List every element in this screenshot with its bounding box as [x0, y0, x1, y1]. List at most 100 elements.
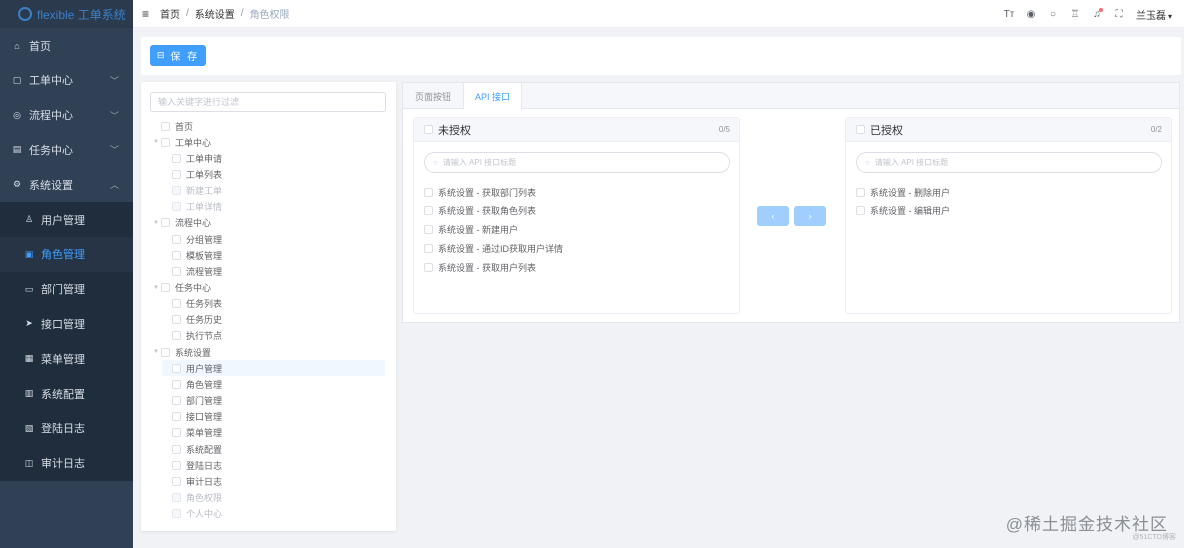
tree-node-checkbox[interactable] [161, 121, 170, 131]
sidebar-item[interactable]: ▧ 登陆日志 [0, 410, 133, 446]
transfer-item-checkbox[interactable] [424, 187, 433, 197]
app-brand[interactable]: flexible 工单系统 [0, 0, 133, 28]
tree-node-checkbox[interactable] [172, 169, 181, 179]
caret-down-icon[interactable]: ▼ [151, 349, 161, 355]
save-button[interactable]: ⊟ 保 存 [150, 45, 206, 66]
tree-node-checkbox[interactable] [172, 476, 181, 486]
transfer-item-checkbox[interactable] [424, 206, 433, 216]
tree-node[interactable]: ▼ 流程中心 [151, 215, 385, 231]
tree-node[interactable]: 部门管理 [162, 393, 385, 409]
tree-node-checkbox[interactable] [172, 299, 181, 309]
sidebar-item[interactable]: ▢ 工单中心 ﹀ [0, 63, 133, 98]
transfer-left-panel: 未授权 0/5 ○ 系统设置 - 获取部门列表系统设置 - 获取角色列表系统设置… [413, 117, 740, 314]
tree-node-checkbox[interactable] [172, 153, 181, 163]
transfer-right-search-input[interactable] [874, 158, 1135, 167]
transfer-item[interactable]: 系统设置 - 获取用户列表 [424, 260, 536, 274]
tree-node-checkbox[interactable] [161, 347, 170, 357]
tree-node[interactable]: 菜单管理 [162, 425, 385, 441]
sidebar-item[interactable]: ▭ 部门管理 [0, 271, 133, 307]
transfer-item[interactable]: 系统设置 - 获取角色列表 [424, 204, 536, 218]
tree-node-label: 流程中心 [175, 218, 212, 229]
flow-icon: ◎ [13, 109, 21, 120]
transfer-item[interactable]: 系统设置 - 编辑用户 [856, 204, 950, 218]
font-size-icon[interactable]: Tт [998, 9, 1020, 20]
tree-node[interactable]: 用户管理 [162, 360, 385, 377]
tree-node[interactable]: 审计日志 [162, 473, 385, 489]
tree-node-checkbox[interactable] [172, 444, 181, 454]
transfer-item[interactable]: 系统设置 - 新建用户 [424, 223, 518, 237]
tree-node-checkbox[interactable] [172, 266, 181, 276]
tree-node[interactable]: 流程管理 [162, 263, 385, 279]
select-all-left-checkbox[interactable] [424, 125, 433, 134]
tab-api-interfaces[interactable]: API 接口 [464, 83, 522, 110]
caret-down-icon[interactable]: ▼ [151, 139, 161, 145]
move-to-left-button[interactable]: ‹ [757, 206, 789, 226]
sidebar-item[interactable]: ◎ 流程中心 ﹀ [0, 98, 133, 133]
search-icon[interactable]: ○ [1042, 9, 1064, 20]
sidebar-item[interactable]: ♙ 用户管理 [0, 202, 133, 237]
tree-node-checkbox[interactable] [172, 250, 181, 260]
tree-node-checkbox[interactable] [172, 234, 181, 244]
transfer-left-search-input[interactable] [442, 158, 703, 167]
tree-node-checkbox[interactable] [172, 428, 181, 438]
tree-node-checkbox[interactable] [172, 379, 181, 389]
tree-node-checkbox[interactable] [161, 137, 170, 147]
sidebar-item[interactable]: ▤ 任务中心 ﹀ [0, 132, 133, 167]
sidebar-item[interactable]: ◫ 审计日志 [0, 445, 133, 481]
caret-down-icon[interactable]: ▼ [151, 285, 161, 291]
breadcrumb-item-home[interactable]: 首页 [160, 6, 180, 21]
tree-node[interactable]: ▼ 工单中心 [151, 134, 385, 150]
tree-node[interactable]: 模板管理 [162, 247, 385, 263]
transfer-item-checkbox[interactable] [424, 243, 433, 253]
sidebar-item[interactable]: ⌂ 首页 [0, 28, 133, 63]
tree-node[interactable]: 接口管理 [162, 409, 385, 425]
tree-node[interactable]: 工单列表 [162, 166, 385, 182]
user-menu[interactable]: 兰玉磊 ▾ [1136, 7, 1172, 22]
sidebar-item[interactable]: ▦ 菜单管理 [0, 341, 133, 377]
github-icon[interactable]: ◉ [1020, 9, 1042, 20]
hamburger-icon[interactable]: ≡ [142, 7, 156, 21]
tree-node[interactable]: ▼ 任务中心 [151, 280, 385, 296]
select-all-right-checkbox[interactable] [856, 125, 865, 134]
transfer-right-search[interactable]: ○ [856, 152, 1162, 173]
tree-filter-input[interactable] [150, 92, 386, 112]
tree-node-checkbox[interactable] [161, 283, 170, 292]
tab-page-buttons[interactable]: 页面按钮 [403, 83, 464, 109]
transfer-item-checkbox[interactable] [856, 206, 865, 216]
transfer-item-checkbox[interactable] [856, 187, 865, 197]
transfer-left-search[interactable]: ○ [424, 152, 730, 173]
tree-node[interactable]: ▼ 系统设置 [151, 344, 385, 360]
move-to-right-button[interactable]: › [794, 206, 826, 226]
sidebar-item[interactable]: ➤ 接口管理 [0, 306, 133, 342]
tree-node[interactable]: 登陆日志 [162, 457, 385, 473]
bell-icon[interactable]: ♫ [1086, 7, 1108, 20]
tree-node-checkbox[interactable] [172, 396, 181, 406]
breadcrumb-item-settings[interactable]: 系统设置 [195, 6, 235, 21]
tree-node[interactable]: 首页 [151, 118, 385, 134]
tree-node-checkbox[interactable] [172, 412, 181, 422]
tree-node[interactable]: 系统配置 [162, 441, 385, 457]
sidebar-item[interactable]: ▣ 角色管理 [0, 236, 133, 272]
sidebar-item[interactable]: ⚙ 系统设置 ︿ [0, 167, 133, 202]
tree-node[interactable]: 角色管理 [162, 376, 385, 392]
transfer-item[interactable]: 系统设置 - 获取部门列表 [424, 185, 536, 199]
fullscreen-icon[interactable]: ⛶ [1108, 9, 1130, 20]
tree-node[interactable]: 工单申请 [162, 150, 385, 166]
transfer-item-checkbox[interactable] [424, 262, 433, 272]
tree-node[interactable]: 任务历史 [162, 312, 385, 328]
tree-node-checkbox[interactable] [172, 315, 181, 325]
tree-node-checkbox[interactable] [172, 460, 181, 470]
tree-node[interactable]: 任务列表 [162, 296, 385, 312]
tree-node-checkbox[interactable] [161, 218, 170, 228]
tree-node[interactable]: 分组管理 [162, 231, 385, 247]
sidebar-item[interactable]: ▥ 系统配置 [0, 376, 133, 411]
tree-node-checkbox[interactable] [172, 363, 181, 373]
transfer-item[interactable]: 系统设置 - 通过ID获取用户详情 [424, 241, 563, 255]
tree-node-checkbox[interactable] [172, 331, 181, 341]
transfer-item-checkbox[interactable] [424, 225, 433, 235]
navbar: ≡ 首页 / 系统设置 / 角色权限 Tт ◉ ○ ♖ ♫ ⛶ 兰玉磊 ▾ [133, 0, 1184, 28]
caret-down-icon[interactable]: ▼ [151, 220, 161, 226]
transfer-item[interactable]: 系统设置 - 删除用户 [856, 185, 950, 199]
tree-node[interactable]: 执行节点 [162, 328, 385, 344]
theme-icon[interactable]: ♖ [1064, 9, 1086, 20]
